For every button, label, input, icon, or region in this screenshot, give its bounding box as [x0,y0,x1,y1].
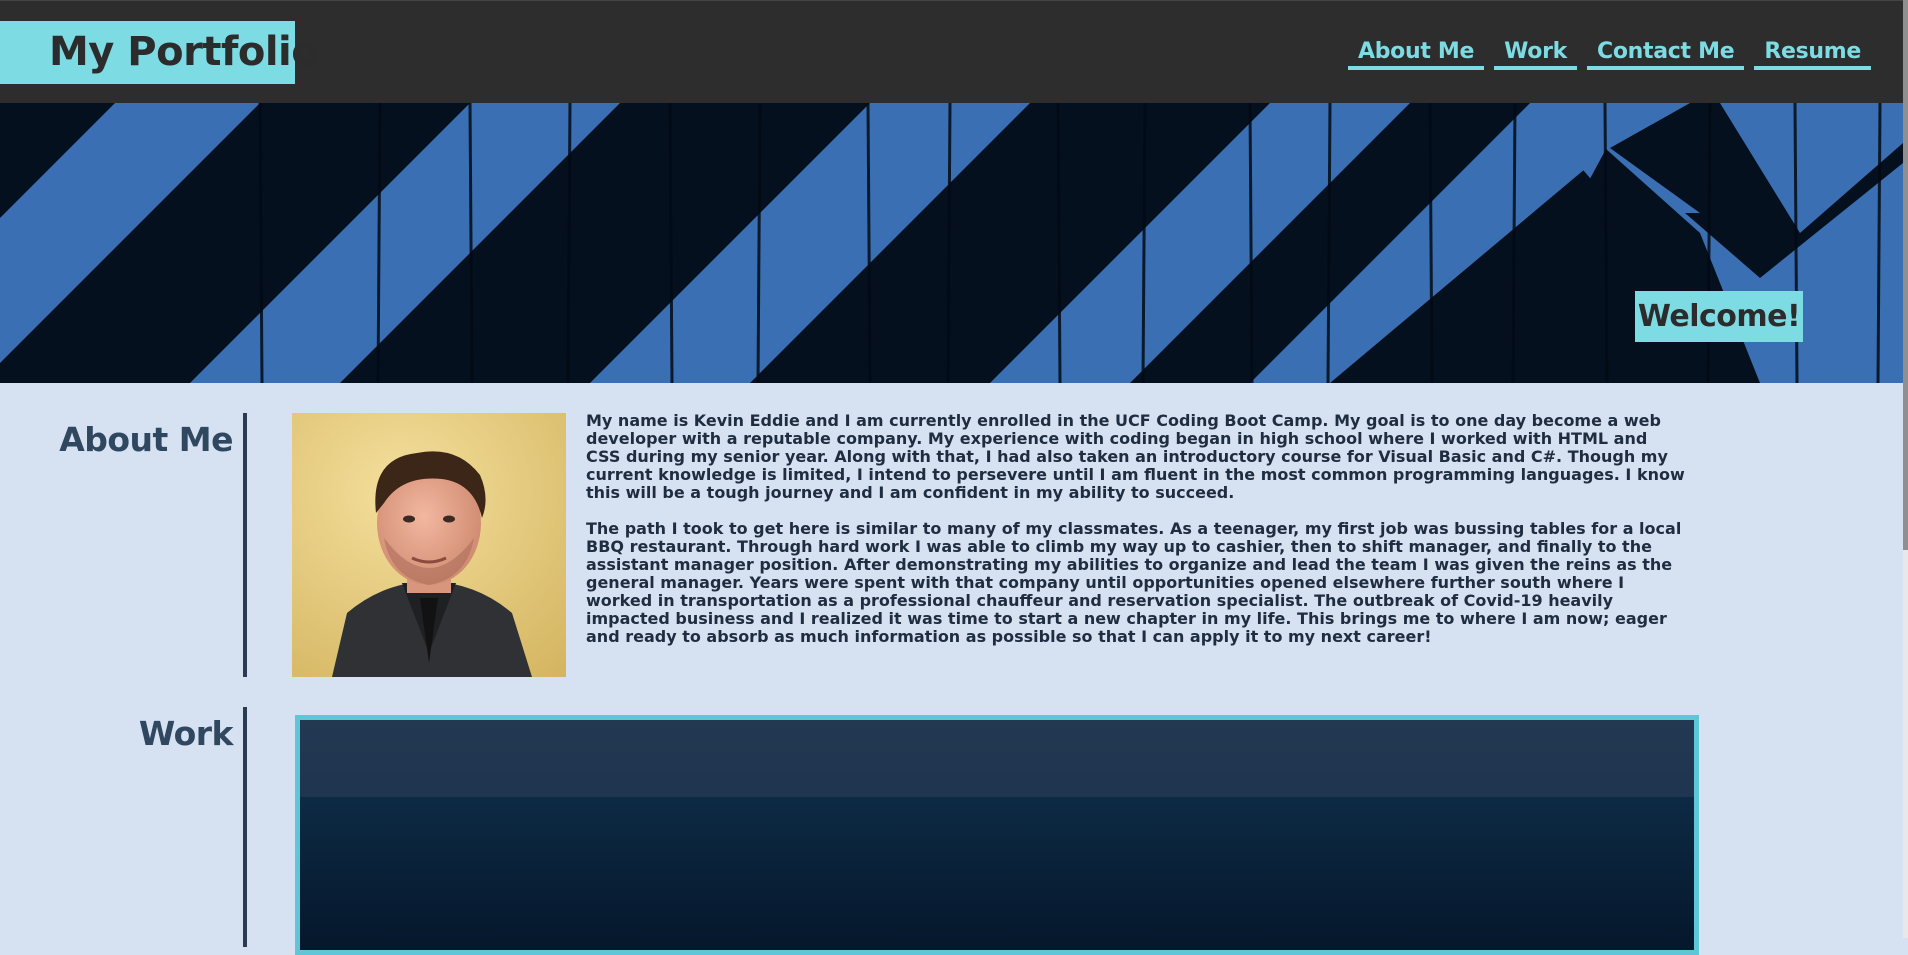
project-image-sky [300,720,1694,797]
hero-banner: Welcome! [0,103,1903,383]
work-section-title: Work [138,714,234,753]
about-section-title: About Me [59,420,233,459]
about-paragraph: The path I took to get here is similar t… [586,519,1682,646]
brand-title[interactable]: My Portfolio [0,21,319,84]
nav-link-contact-me[interactable]: Contact Me [1587,39,1745,70]
scrollbar-thumb[interactable] [1903,0,1908,550]
page-scrollbar[interactable] [1903,0,1908,938]
welcome-badge: Welcome! [1635,291,1803,342]
nav-link-work[interactable]: Work [1494,39,1577,70]
nav-link-about-me[interactable]: About Me [1347,39,1485,70]
nav-link-resume[interactable]: Resume [1754,39,1871,70]
project-image-sea [300,797,1694,950]
about-divider [243,413,247,677]
work-project-image[interactable] [295,715,1699,955]
about-paragraph: My name is Kevin Eddie and I am currentl… [586,411,1685,502]
main-nav: About Me Work Contact Me Resume [1347,39,1871,70]
profile-photo [292,413,566,677]
striped-wood-background [0,103,1903,383]
work-divider [243,707,247,947]
about-text: My name is Kevin Eddie and I am currentl… [586,412,1686,664]
site-header: My Portfolio About Me Work Contact Me Re… [0,0,1903,103]
